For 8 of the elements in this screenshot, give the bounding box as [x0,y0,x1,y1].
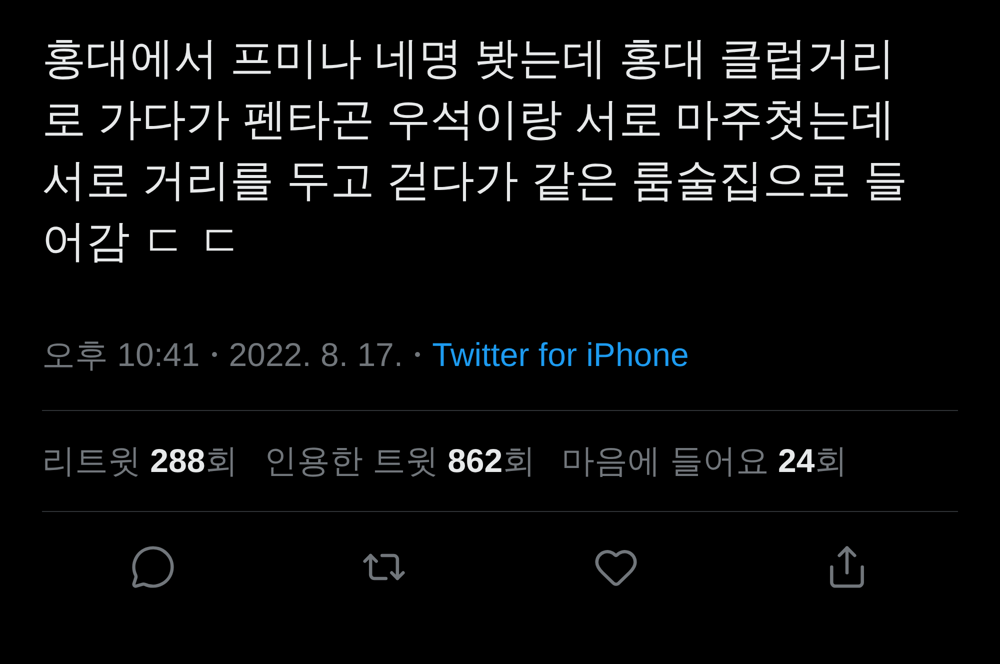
speech-bubble-icon[interactable] [130,544,176,590]
stat-count[interactable]: 리트윗 288회 [42,436,238,486]
tweet-text: 홍대에서 프미나 네명 봣는데 홍대 클럽거리로 가다가 펜타곤 우석이랑 서로 마주쳣는데 서로 거리를 두고 걷다가 같은 룸술집으로 들어감 ㄷ ㄷ [42,33,908,268]
stat-count[interactable]: 인용한 트윗 862회 [264,436,536,486]
tweet-date: 2022. 8. 17. [228,335,404,375]
tweet-time: 오후 10:41 [42,335,200,375]
source-link[interactable]: Twitter for iPhone [432,330,689,380]
stat-count[interactable]: 마음에 들어요 24회 [562,436,848,486]
